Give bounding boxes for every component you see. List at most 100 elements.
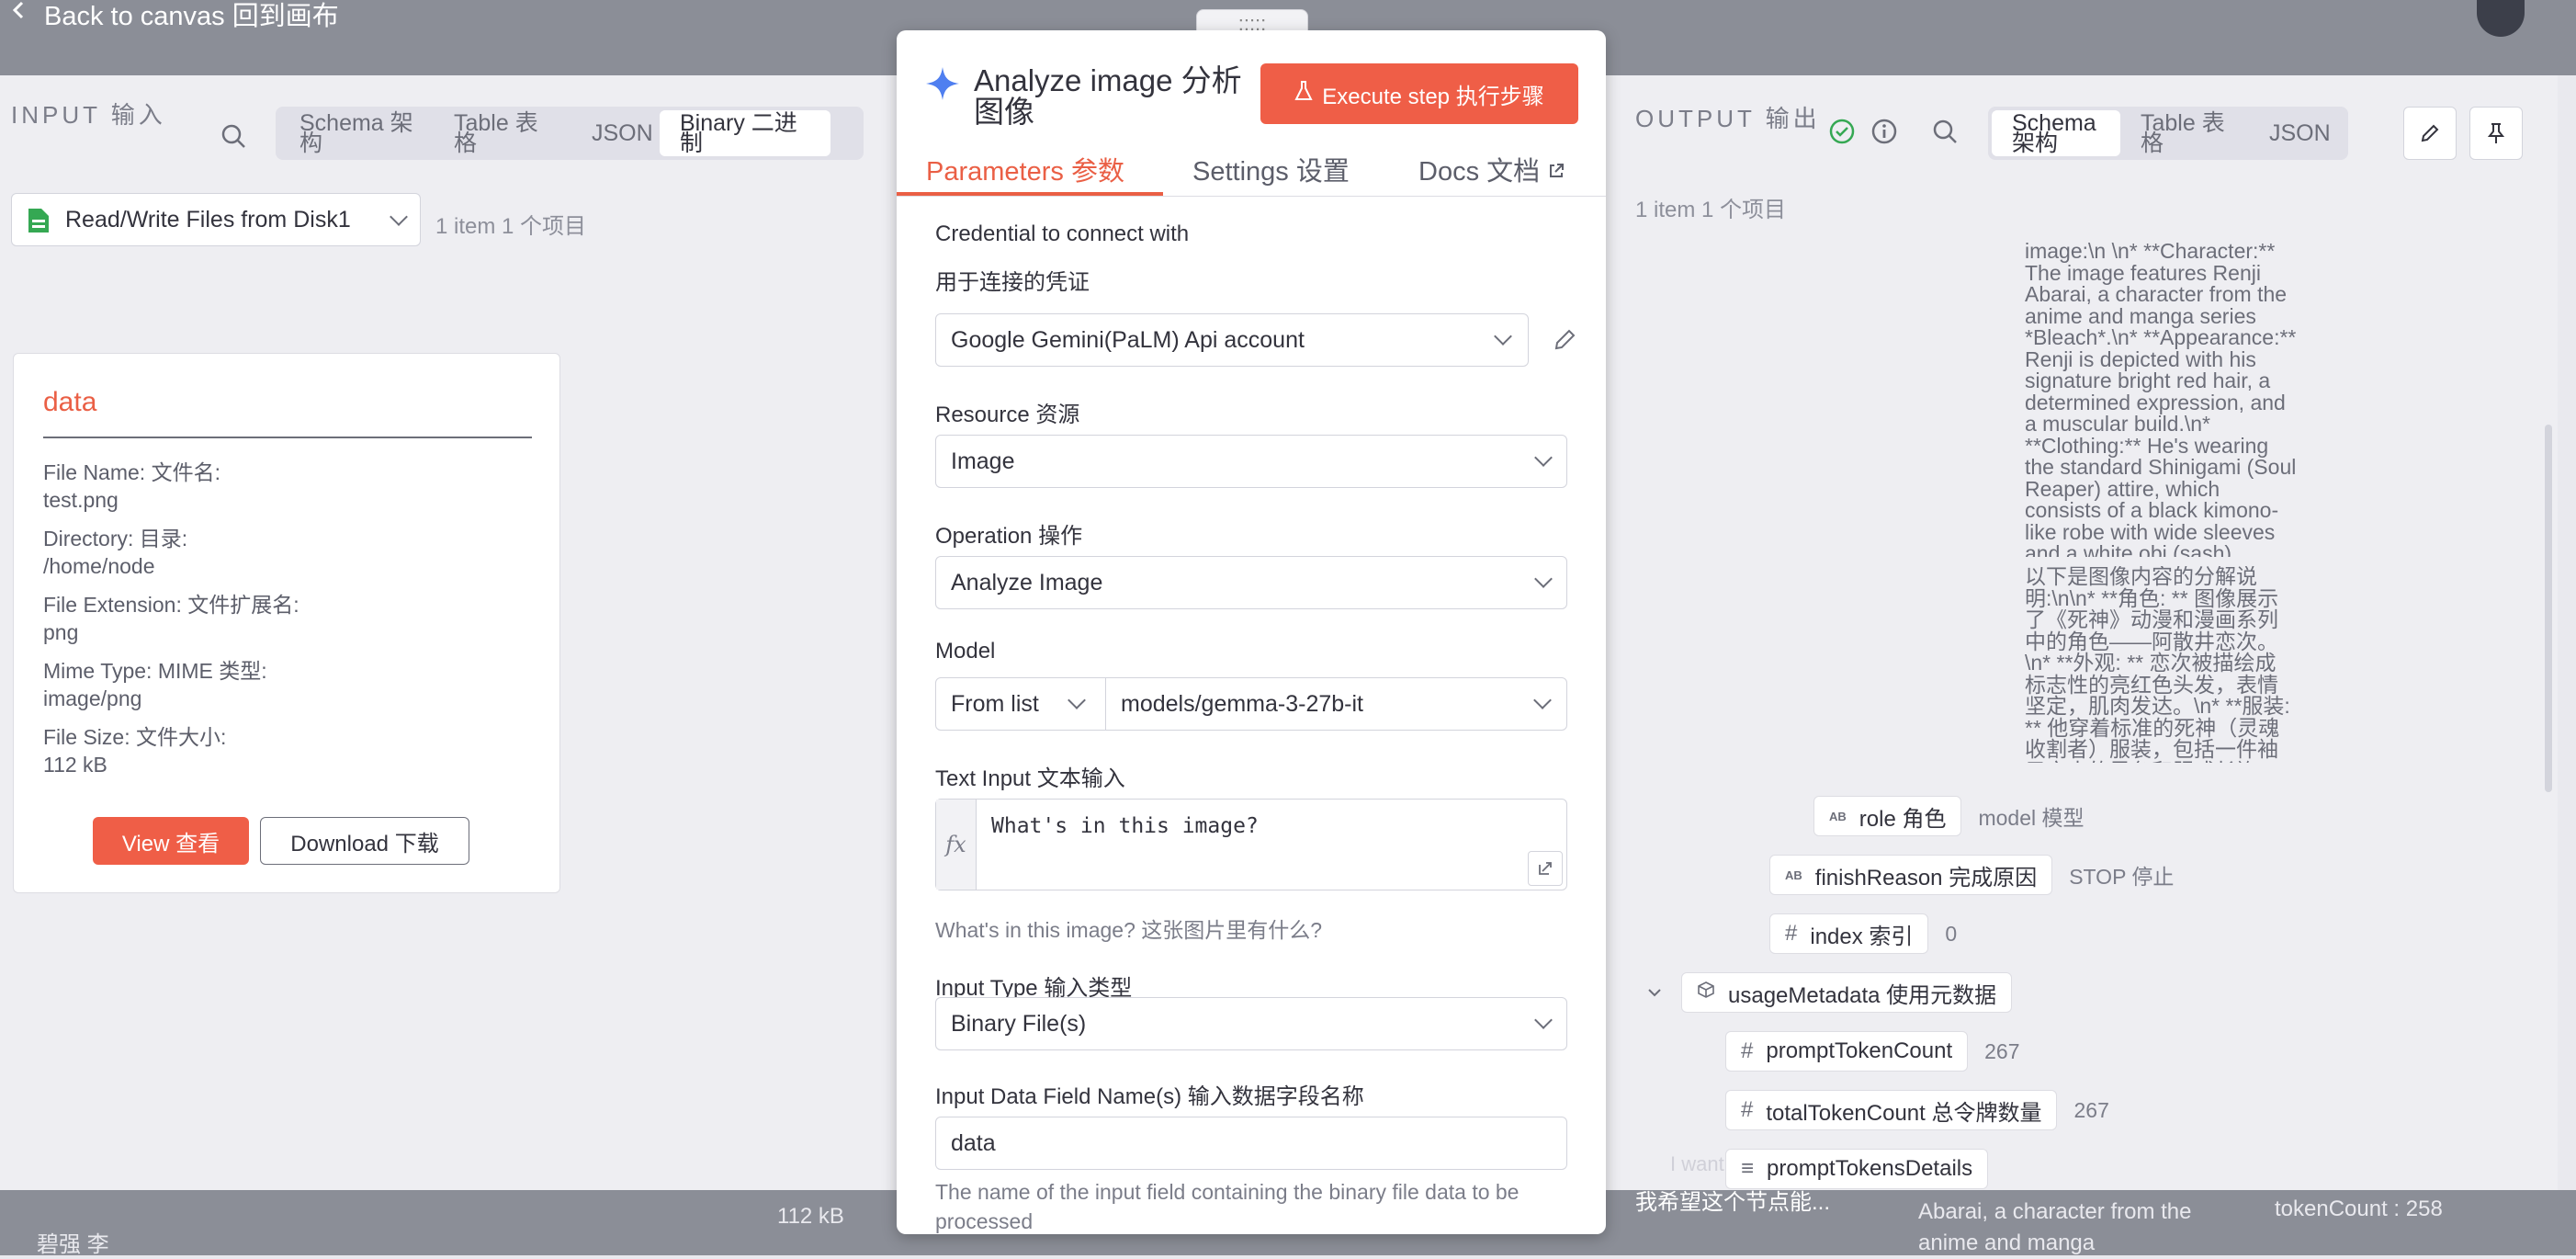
model-mode-select[interactable]: From list xyxy=(935,677,1106,731)
back-label: Back to canvas 回到画布 xyxy=(44,2,339,31)
search-icon[interactable] xyxy=(1929,116,1960,147)
row-value: model 模型 xyxy=(1978,806,2085,830)
resource-select[interactable]: Image xyxy=(935,435,1567,488)
index-pill[interactable]: # index 索引 xyxy=(1769,913,1929,954)
back-to-canvas-link[interactable]: Back to canvas 回到画布 xyxy=(0,0,339,31)
output-text-zh: 以下是图像内容的分解说明:\n\n* **角色: ** 图像展示了《死神》动漫和… xyxy=(2025,566,2290,763)
size-label: File Size: 文件大小: xyxy=(43,725,227,749)
node-select[interactable]: Read/Write Files from Disk1 xyxy=(11,193,421,246)
credential-value: Google Gemini(PaLM) Api account xyxy=(951,326,1305,353)
binary-data-card: data File Name: 文件名: test.png Directory:… xyxy=(13,353,560,893)
number-type-icon: # xyxy=(1741,1097,1754,1122)
role-pill[interactable]: AB role 角色 xyxy=(1813,796,1962,836)
number-type-icon: # xyxy=(1741,1038,1754,1063)
field-names-input[interactable]: data xyxy=(935,1117,1567,1170)
execute-step-button[interactable]: Execute step 执行步骤 xyxy=(1260,63,1578,124)
row-value: STOP 停止 xyxy=(2069,865,2175,889)
tab-schema[interactable]: Schema 架构 xyxy=(279,110,434,156)
search-icon[interactable] xyxy=(215,118,252,154)
model-select[interactable]: models/gemma-3-27b-it xyxy=(1105,677,1567,731)
credential-label-zh: 用于连接的凭证 xyxy=(935,270,1090,295)
finish-reason-pill[interactable]: AB finishReason 完成原因 xyxy=(1769,855,2053,895)
prompt-tokens-details-pill[interactable]: ≡ promptTokensDetails xyxy=(1725,1149,1989,1189)
file-name-label: File Name: 文件名: xyxy=(43,460,220,484)
size-value: 112 kB xyxy=(43,753,107,777)
tab-json[interactable]: JSON xyxy=(571,110,660,156)
usage-metadata-pill[interactable]: usageMetadata 使用元数据 xyxy=(1681,972,2013,1013)
model-value: models/gemma-3-27b-it xyxy=(1121,690,1363,717)
operation-value: Analyze Image xyxy=(951,569,1103,595)
resource-label: Resource 资源 xyxy=(935,403,1080,427)
total-token-count-pill[interactable]: # totalTokenCount 总令牌数量 xyxy=(1725,1090,2058,1130)
directory-label: Directory: 目录: xyxy=(43,527,188,550)
node-select-value: Read/Write Files from Disk1 xyxy=(65,206,351,233)
input-panel: INPUT 输入 Schema 架构 Table 表格 JSON Binary … xyxy=(0,75,897,1190)
mime-label: Mime Type: MIME 类型: xyxy=(43,659,267,683)
docs-label: Docs 文档 xyxy=(1418,157,1541,187)
field-names-value: data xyxy=(951,1129,996,1156)
chevron-down-icon[interactable] xyxy=(1644,982,1665,1003)
gemini-sparkle-icon xyxy=(924,65,961,107)
field-names-hint: The name of the input field containing t… xyxy=(935,1180,1520,1233)
user-name: 碧强 李 xyxy=(37,1232,109,1257)
row-key: role 角色 xyxy=(1859,806,1947,832)
file-node-icon xyxy=(27,207,51,241)
prompt-token-count-pill[interactable]: # promptTokenCount xyxy=(1725,1031,1969,1072)
output-row-total-token-count: # totalTokenCount 总令牌数量 267 xyxy=(1725,1090,2109,1130)
input-item-count: 1 item 1 个项目 xyxy=(435,214,587,239)
output-scrollbar[interactable] xyxy=(2545,425,2552,792)
output-title: OUTPUT 输出 xyxy=(1635,105,1821,132)
bg-token-count: tokenCount : 258 xyxy=(2275,1197,2443,1221)
tab-settings[interactable]: Settings 设置 xyxy=(1192,150,1350,188)
node-title[interactable]: Analyze image 分析图像 xyxy=(974,65,1259,128)
row-key: finishReason 完成原因 xyxy=(1814,865,2038,890)
tab-docs[interactable]: Docs 文档 xyxy=(1418,150,1565,188)
expression-fx-icon: fx xyxy=(936,800,977,890)
field-names-label: Input Data Field Name(s) 输入数据字段名称 xyxy=(935,1084,1364,1109)
tab-table[interactable]: Table 表格 xyxy=(434,110,571,156)
input-title: INPUT 输入 xyxy=(11,101,166,129)
tab-parameters[interactable]: Parameters 参数 xyxy=(926,150,1124,188)
credential-select[interactable]: Google Gemini(PaLM) Api account xyxy=(935,313,1529,367)
tab-binary[interactable]: Binary 二进制 xyxy=(660,110,830,156)
number-type-icon: # xyxy=(1785,921,1798,946)
operation-select[interactable]: Analyze Image xyxy=(935,556,1567,609)
tab-schema[interactable]: Schema 架构 xyxy=(1992,110,2120,156)
output-view-tabs: Schema 架构 Table 表格 JSON xyxy=(1988,107,2348,160)
row-key: totalTokenCount 总令牌数量 xyxy=(1766,1100,2042,1126)
text-input-value: What's in this image? xyxy=(991,814,1259,838)
input-type-select[interactable]: Binary File(s) xyxy=(935,997,1567,1050)
output-row-role: AB role 角色 model 模型 xyxy=(1813,796,2085,836)
text-input-field[interactable]: fx What's in this image? xyxy=(935,799,1567,890)
pin-data-icon[interactable] xyxy=(2469,107,2523,160)
card-title: data xyxy=(43,387,97,417)
success-check-icon xyxy=(1826,116,1858,147)
active-tab-underline xyxy=(897,192,1163,196)
row-value: 267 xyxy=(1984,1038,2020,1063)
directory-value: /home/node xyxy=(43,554,155,578)
extension-value: png xyxy=(43,620,79,644)
tab-table[interactable]: Table 表格 xyxy=(2120,110,2249,156)
row-value: 267 xyxy=(2073,1097,2109,1122)
chevron-down-icon xyxy=(390,208,408,226)
operation-label: Operation 操作 xyxy=(935,524,1083,549)
output-row-finish-reason: AB finishReason 完成原因 STOP 停止 xyxy=(1769,855,2174,895)
string-type-icon: AB xyxy=(1785,868,1802,882)
chevron-down-icon xyxy=(1533,691,1552,709)
info-icon[interactable] xyxy=(1869,116,1900,147)
expand-editor-icon[interactable] xyxy=(1528,851,1563,886)
edit-output-icon[interactable] xyxy=(2403,107,2457,160)
row-key: usageMetadata 使用元数据 xyxy=(1728,982,1997,1008)
tab-json[interactable]: JSON xyxy=(2249,110,2341,156)
row-value: 0 xyxy=(1945,921,1958,946)
text-input-hint: What's in this image? 这张图片里有什么? xyxy=(935,918,1323,942)
card-divider xyxy=(43,437,532,438)
download-button[interactable]: Download 下载 xyxy=(260,817,469,865)
edit-credential-icon[interactable] xyxy=(1551,326,1578,358)
bg-file-size: 112 kB xyxy=(777,1204,844,1229)
text-input-label: Text Input 文本输入 xyxy=(935,766,1125,791)
chevron-down-icon xyxy=(1534,448,1553,467)
view-button[interactable]: View 查看 xyxy=(93,817,249,865)
mime-value: image/png xyxy=(43,686,142,710)
object-type-icon xyxy=(1697,980,1715,1005)
